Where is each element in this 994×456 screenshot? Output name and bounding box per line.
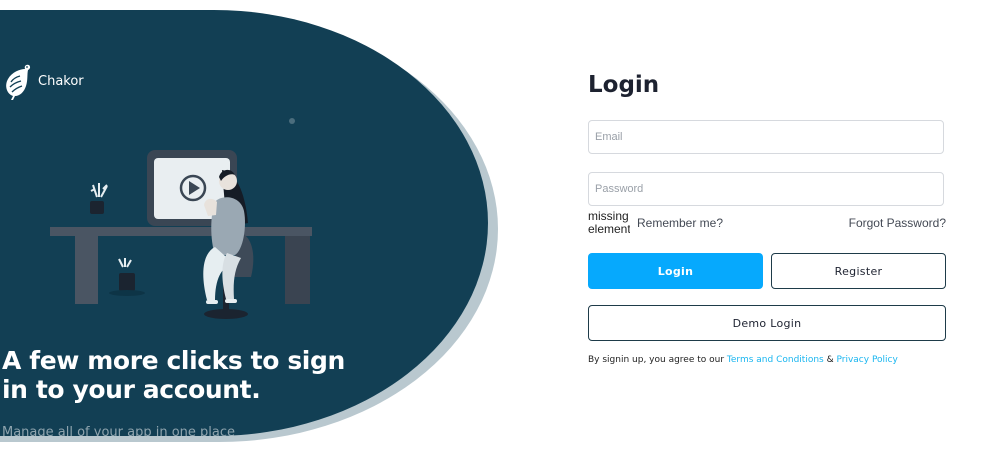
- email-field[interactable]: [588, 120, 944, 154]
- terms-joiner: &: [826, 355, 834, 365]
- login-page: Chakor A few more clicks to sign in to y…: [0, 0, 994, 456]
- hero-subtext: Manage all of your app in one place: [2, 425, 236, 436]
- terms-prefix: By signin up, you agree to our: [588, 355, 725, 365]
- demo-login-button[interactable]: Demo Login: [588, 305, 946, 341]
- forgot-password-link[interactable]: Forgot Password?: [849, 216, 946, 230]
- login-title: Login: [588, 72, 660, 98]
- hero-heading: A few more clicks to sign in to your acc…: [2, 346, 345, 404]
- terms-link[interactable]: Terms and Conditions: [727, 355, 824, 365]
- privacy-policy-link[interactable]: Privacy Policy: [837, 355, 898, 365]
- terms-notice: By signin up, you agree to our Terms and…: [588, 355, 898, 365]
- login-button[interactable]: Login: [588, 253, 763, 289]
- bird-logo-icon: [6, 64, 31, 100]
- desk-illustration: [50, 118, 312, 319]
- brand-name: Chakor: [38, 73, 84, 89]
- register-button[interactable]: Register: [771, 253, 946, 289]
- remember-me-label[interactable]: Remember me?: [637, 216, 723, 230]
- brand-logo[interactable]: Chakor: [2, 62, 84, 100]
- password-field[interactable]: [588, 172, 944, 206]
- broken-checkbox-placeholder[interactable]: missing element: [588, 210, 630, 238]
